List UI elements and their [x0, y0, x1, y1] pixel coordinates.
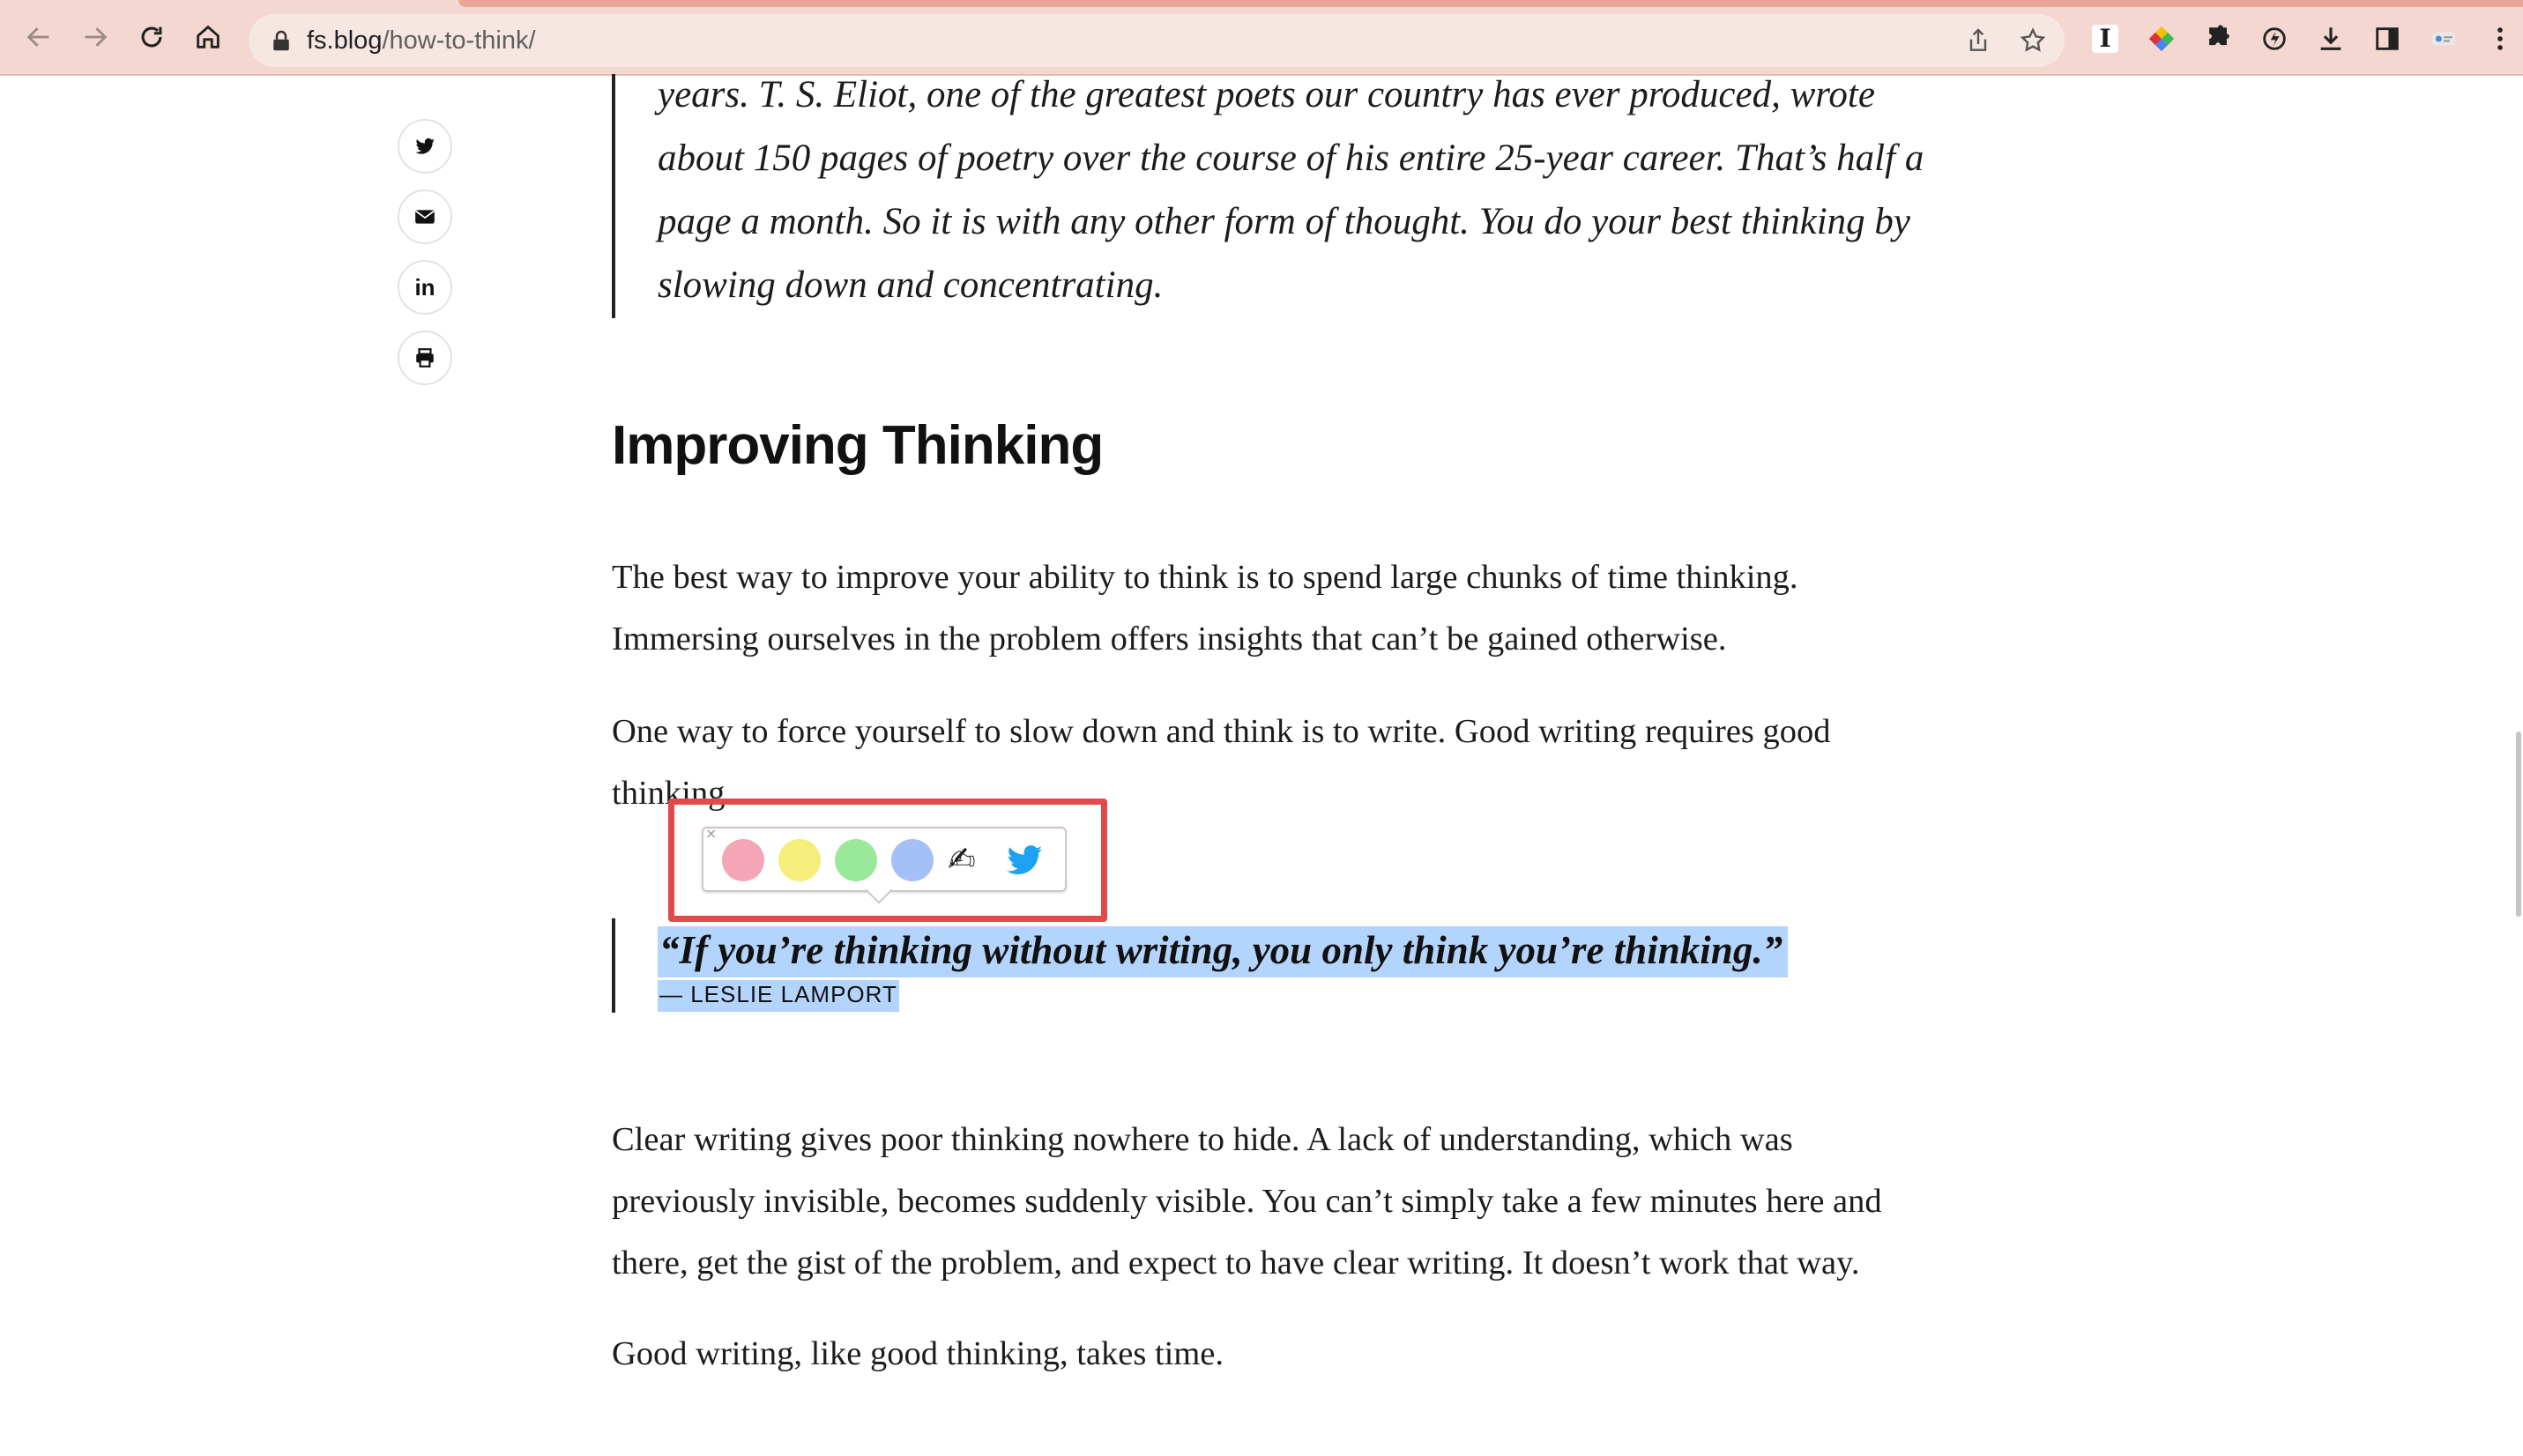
browser-menu-button[interactable]: [2484, 23, 2516, 55]
share-page-button[interactable]: [1964, 26, 1992, 55]
sidebar-icon: [2376, 27, 2399, 50]
url-path: /how-to-think/: [382, 26, 536, 55]
paragraph-3: Clear writing gives poor thinking nowher…: [612, 1121, 1882, 1281]
url-domain: fs.blog: [307, 26, 383, 55]
print-icon: [416, 348, 434, 368]
profile-icon: [2432, 32, 2455, 46]
bookmark-button[interactable]: [2019, 26, 2047, 55]
url-text[interactable]: fs.blog/how-to-think/: [307, 25, 536, 56]
instapaper-icon: I: [2092, 25, 2118, 53]
share-twitter-button[interactable]: [398, 119, 452, 174]
print-button[interactable]: [398, 331, 452, 385]
share-icon: [1969, 28, 1987, 51]
color-tag-extension[interactable]: [2146, 23, 2177, 55]
blockquote-text: years. T. S. Eliot, one of the greatest …: [658, 74, 1924, 306]
lock-icon[interactable]: [268, 27, 294, 54]
extensions-button[interactable]: [2202, 23, 2234, 55]
reload-icon: [141, 26, 162, 48]
pull-quote-rule: [612, 918, 615, 1013]
paragraph-1: The best way to improve your ability to …: [612, 559, 1798, 657]
email-icon: [415, 210, 435, 224]
address-bar[interactable]: fs.blog/how-to-think/: [249, 14, 2065, 67]
sync-extension[interactable]: [2259, 23, 2290, 55]
back-button[interactable]: [21, 19, 56, 55]
forward-button[interactable]: [78, 19, 113, 55]
linkedin-icon: in: [414, 273, 435, 301]
sync-icon: [2263, 27, 2286, 50]
scrollbar-thumb[interactable]: [2516, 732, 2521, 917]
section-heading: Improving Thinking: [612, 415, 1104, 476]
quote-attribution[interactable]: — LESLIE LAMPORT: [658, 980, 899, 1012]
downloads-button[interactable]: [2315, 23, 2347, 55]
tab-strip-accent: [458, 0, 2523, 7]
blockquote-rule: [612, 74, 615, 318]
download-icon: [2320, 27, 2341, 50]
share-email-button[interactable]: [398, 189, 452, 244]
star-icon: [2020, 27, 2046, 52]
paragraph-4: Good writing, like good thinking, takes …: [612, 1335, 1224, 1372]
selected-quote-text[interactable]: “If you’re thinking without writing, you…: [658, 926, 1789, 977]
kebab-menu-icon: [2497, 27, 2503, 50]
arrow-left-icon: [26, 27, 49, 47]
reload-button[interactable]: [134, 19, 169, 55]
pull-quote[interactable]: “If you’re thinking without writing, you…: [658, 921, 1789, 979]
share-linkedin-button[interactable]: in: [398, 260, 452, 315]
side-panel-button[interactable]: [2371, 23, 2403, 55]
home-icon: [197, 25, 220, 48]
puzzle-icon: [2209, 25, 2229, 46]
profile-button[interactable]: [2428, 23, 2460, 55]
home-button[interactable]: [190, 19, 226, 55]
twitter-icon: [415, 137, 435, 154]
color-tag-icon: [2148, 26, 2175, 52]
arrow-right-icon: [85, 27, 108, 47]
instapaper-extension[interactable]: I: [2089, 23, 2121, 55]
annotation-highlight-box: [668, 799, 1107, 922]
